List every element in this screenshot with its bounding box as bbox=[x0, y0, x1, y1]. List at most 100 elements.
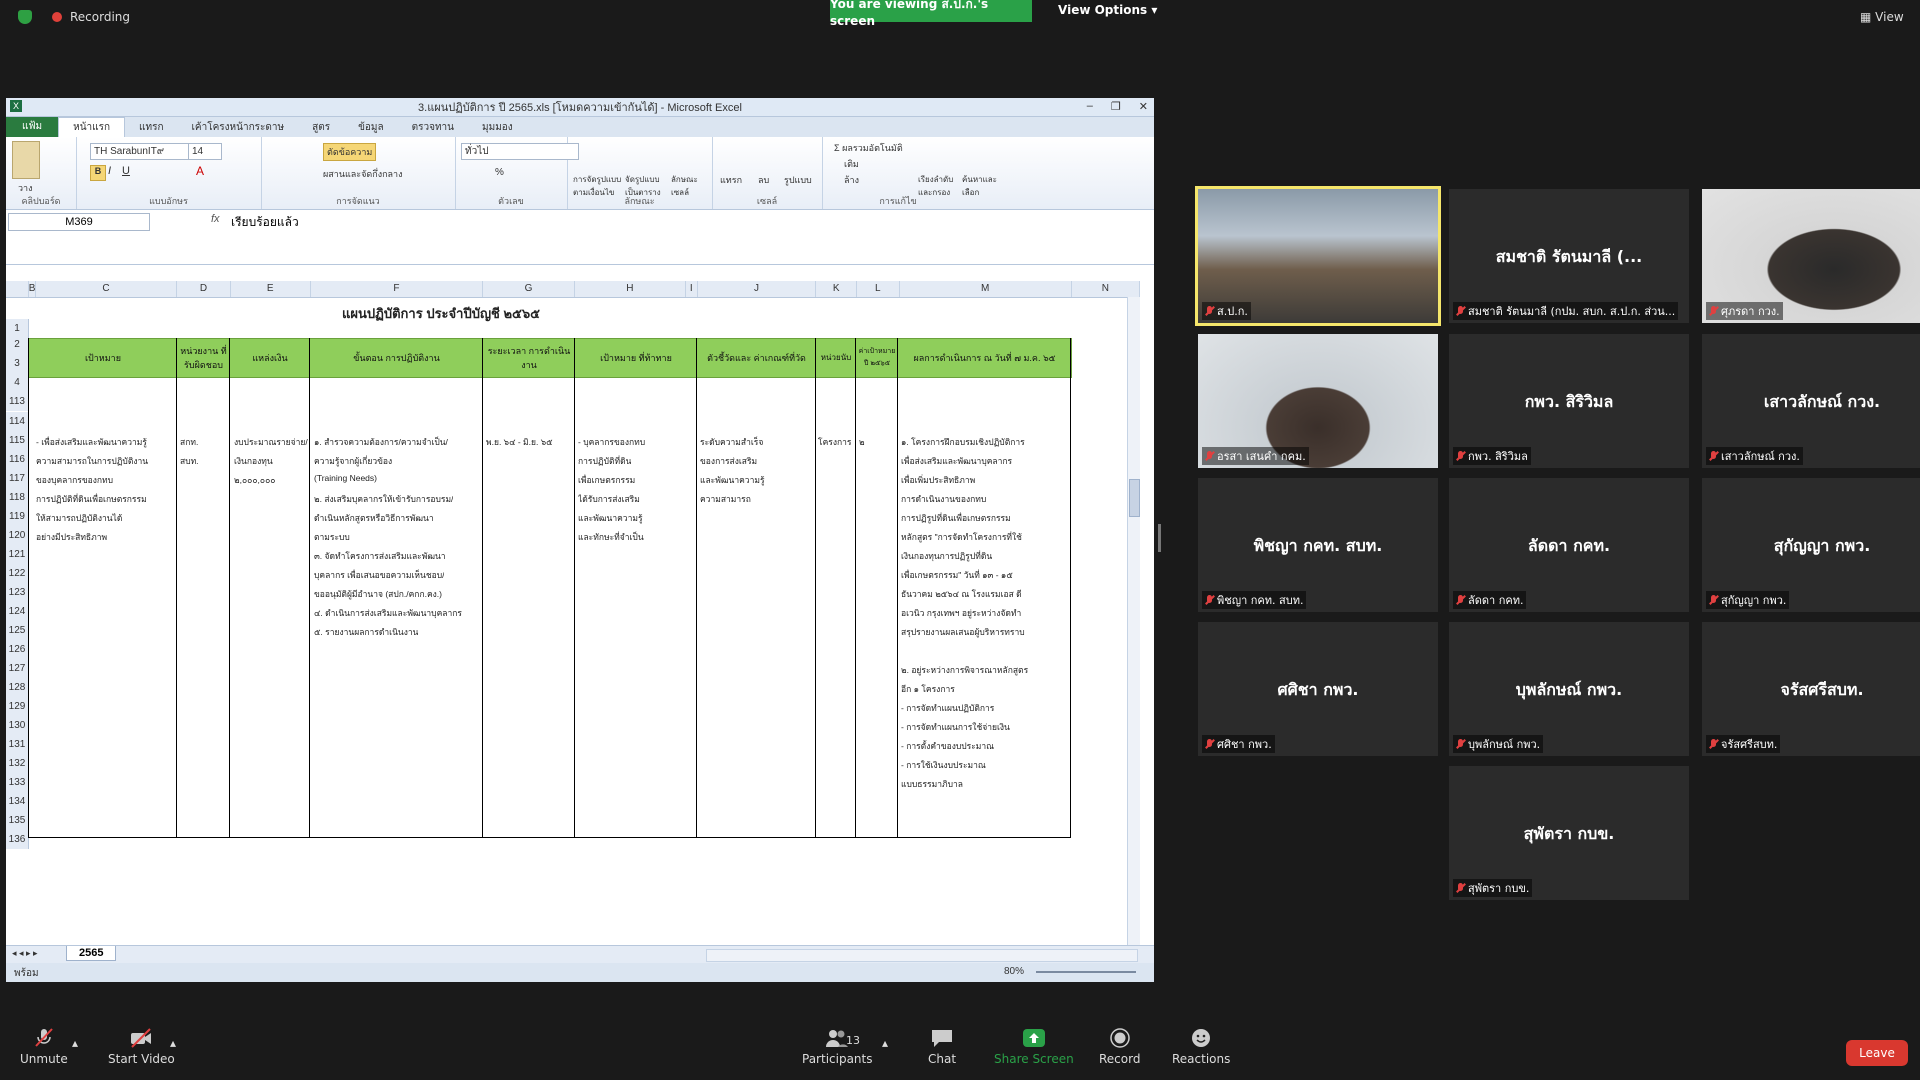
row-header[interactable]: 135 bbox=[6, 811, 29, 830]
column-header[interactable]: M bbox=[900, 281, 1072, 297]
row-header[interactable]: 127 bbox=[6, 659, 29, 678]
participant-tile[interactable]: กพว. สิริวิมล กพว. สิริวิมล bbox=[1449, 334, 1689, 468]
cell-m[interactable]: เพื่อเกษตรกรรม" วันที่ ๑๓ - ๑๕ bbox=[901, 568, 1013, 582]
start-video-button[interactable]: Start Video bbox=[108, 1028, 175, 1066]
cell-m[interactable]: เงินกองทุนการปฏิรูปที่ดิน bbox=[901, 549, 992, 563]
spreadsheet-grid[interactable]: B C D E F G H I J K L M N 1 2 3 4 113 114 115 1… bbox=[6, 281, 1140, 945]
cell-f[interactable]: ความรู้จากผู้เกี่ยวข้อง bbox=[314, 454, 392, 468]
font-color-icon[interactable]: A bbox=[196, 164, 204, 178]
cell-c[interactable]: การปฏิบัติที่ดินเพื่อเกษตรกรรม bbox=[36, 492, 147, 506]
participant-tile[interactable]: ศศิชา กพว. ศศิชา กพว. bbox=[1198, 622, 1438, 756]
cell-m[interactable]: หลักสูตร "การจัดทำโครงการที่ใช้ bbox=[901, 530, 1022, 544]
cell-f[interactable]: ๕. รายงานผลการดำเนินงาน bbox=[314, 625, 418, 639]
row-header[interactable]: 121 bbox=[6, 545, 29, 564]
column-header[interactable]: D bbox=[177, 281, 231, 297]
scrollbar-thumb[interactable] bbox=[1129, 479, 1140, 517]
row-header[interactable]: 122 bbox=[6, 564, 29, 583]
cell-f[interactable]: ๒. ส่งเสริมบุคลากรให้เข้ารับการอบรม/ bbox=[314, 492, 453, 506]
participant-tile[interactable]: อรสา เสนคำ กคม. bbox=[1198, 334, 1438, 468]
cell-k[interactable]: โครงการ bbox=[818, 435, 851, 449]
cell-j[interactable]: ของการส่งเสริม bbox=[700, 454, 757, 468]
horizontal-scrollbar[interactable] bbox=[706, 949, 1138, 962]
participants-caret[interactable]: ▴ bbox=[882, 1036, 888, 1050]
reactions-button[interactable]: Reactions bbox=[1172, 1028, 1230, 1066]
cell-e[interactable]: งบประมาณรายจ่าย/ bbox=[234, 435, 308, 449]
cell-e[interactable]: ๒,๐๐๐,๐๐๐ bbox=[234, 473, 275, 487]
row-header[interactable]: 131 bbox=[6, 735, 29, 754]
cell-h[interactable]: และทักษะที่จำเป็น bbox=[578, 530, 644, 544]
delete-cells-button[interactable]: ลบ bbox=[758, 173, 769, 187]
formula-input[interactable]: เรียบร้อยแล้ว bbox=[231, 213, 299, 232]
font-name-select[interactable]: TH SarabunIT๙ bbox=[90, 143, 190, 160]
cell-j[interactable]: ระดับความสำเร็จ bbox=[700, 435, 763, 449]
cell-m[interactable]: - การจัดทำแผนการใช้จ่ายเงิน bbox=[901, 720, 1010, 734]
video-options-caret[interactable]: ▴ bbox=[170, 1036, 176, 1050]
cell-c[interactable]: - เพื่อส่งเสริมและพัฒนาความรู้ bbox=[36, 435, 147, 449]
column-header[interactable]: C bbox=[36, 281, 178, 297]
participants-button[interactable]: Participants bbox=[802, 1028, 873, 1066]
cell-f[interactable]: ดำเนินหลักสูตรหรือวิธีการพัฒนา bbox=[314, 511, 434, 525]
tab-insert[interactable]: แทรก bbox=[125, 118, 177, 137]
participant-tile[interactable]: บุพลักษณ์ กพว. บุพลักษณ์ กพว. bbox=[1449, 622, 1689, 756]
cell-m[interactable]: ๑. โครงการฝึกอบรมเชิงปฏิบัติการ bbox=[901, 435, 1025, 449]
cell-f[interactable]: ๔. ดำเนินการส่งเสริมและพัฒนาบุคลากร bbox=[314, 606, 462, 620]
cell-h[interactable]: - บุคลากรของกทบ bbox=[578, 435, 645, 449]
close-icon[interactable]: ✕ bbox=[1139, 100, 1148, 113]
row-header[interactable]: 129 bbox=[6, 697, 29, 716]
font-size-select[interactable]: 14 bbox=[188, 143, 222, 160]
participant-tile[interactable]: เสาวลักษณ์ กวง. เสาวลักษณ์ กวง. bbox=[1702, 334, 1920, 468]
tab-home[interactable]: หน้าแรก bbox=[58, 117, 126, 137]
participant-tile[interactable]: ลัดดา กคท. ลัดดา กคท. bbox=[1449, 478, 1689, 612]
shared-screen-excel[interactable]: X 3.แผนปฏิบัติการ ปี 2565.xls [โหมดความเ… bbox=[6, 98, 1154, 982]
tab-data[interactable]: ข้อมูล bbox=[344, 118, 398, 137]
column-header[interactable]: L bbox=[857, 281, 900, 297]
column-header[interactable]: K bbox=[816, 281, 857, 297]
cell-g[interactable]: พ.ย. ๖๔ - มิ.ย. ๖๕ bbox=[486, 435, 553, 449]
participant-tile[interactable]: สุกัญญา กพว. สุกัญญา กพว. bbox=[1702, 478, 1920, 612]
underline-button[interactable]: U bbox=[122, 165, 130, 177]
cell-d[interactable]: สบท. bbox=[180, 454, 199, 468]
minimize-icon[interactable]: – bbox=[1087, 100, 1093, 113]
tab-formulas[interactable]: สูตร bbox=[298, 118, 344, 137]
cell-m[interactable]: ๒. อยู่ระหว่างการพิจารณาหลักสูตร bbox=[901, 663, 1028, 677]
column-header[interactable]: I bbox=[686, 281, 698, 297]
name-box[interactable]: M369 bbox=[8, 213, 150, 231]
view-options-button[interactable]: View Options ▾ bbox=[1058, 3, 1157, 17]
participant-tile[interactable]: ศุภรดา กวง. bbox=[1702, 189, 1920, 323]
restore-icon[interactable]: ❐ bbox=[1111, 100, 1121, 113]
cell-m[interactable]: - การตั้งคำของบประมาณ bbox=[901, 739, 994, 753]
select-all-corner[interactable] bbox=[6, 281, 29, 297]
row-header[interactable]: 125 bbox=[6, 621, 29, 640]
row-header[interactable]: 119 bbox=[6, 507, 29, 526]
cell-f[interactable]: ๑. สำรวจความต้องการ/ความจำเป็น/ bbox=[314, 435, 448, 449]
clear-button[interactable]: ล้าง bbox=[844, 173, 859, 187]
cell-d[interactable]: สกท. bbox=[180, 435, 198, 449]
cell-e[interactable]: เงินกองทุน bbox=[234, 454, 273, 468]
chat-button[interactable]: Chat bbox=[928, 1028, 956, 1066]
cell-m[interactable]: อีก ๑ โครงการ bbox=[901, 682, 955, 696]
cell-h[interactable]: การปฏิบัติที่ดิน bbox=[578, 454, 631, 468]
participant-tile[interactable]: สุพัตรา กบข. สุพัตรา กบข. bbox=[1449, 766, 1689, 900]
number-format-select[interactable]: ทั่วไป bbox=[461, 143, 579, 160]
row-header[interactable]: 124 bbox=[6, 602, 29, 621]
column-header[interactable]: G bbox=[483, 281, 575, 297]
tab-review[interactable]: ตรวจทาน bbox=[398, 118, 468, 137]
row-header[interactable]: 115 bbox=[6, 431, 29, 450]
row-header[interactable]: 134 bbox=[6, 792, 29, 811]
paste-button[interactable] bbox=[12, 141, 40, 179]
record-button[interactable]: Record bbox=[1099, 1028, 1140, 1066]
cell-h[interactable]: เพื่อเกษตรกรรม bbox=[578, 473, 635, 487]
cell-m[interactable]: แบบธรรมาภิบาล bbox=[901, 777, 963, 791]
participant-tile[interactable]: พิชญา กคท. สบท. พิชญา กคท. สบท. bbox=[1198, 478, 1438, 612]
fill-button[interactable]: เติม bbox=[844, 157, 859, 171]
leave-button[interactable]: Leave bbox=[1846, 1040, 1908, 1066]
row-header[interactable]: 117 bbox=[6, 469, 29, 488]
audio-options-caret[interactable]: ▴ bbox=[72, 1036, 78, 1050]
sheet-tab-2565[interactable]: 2565 bbox=[66, 946, 117, 961]
format-cells-button[interactable]: รูปแบบ bbox=[784, 173, 812, 187]
column-header[interactable]: J bbox=[698, 281, 817, 297]
row-header[interactable]: 130 bbox=[6, 716, 29, 735]
cell-j[interactable]: ความสามารถ bbox=[700, 492, 751, 506]
row-header[interactable]: 126 bbox=[6, 640, 29, 659]
sheet-nav-icon[interactable]: ◂ ◂ ▸ ▸ bbox=[12, 948, 38, 959]
